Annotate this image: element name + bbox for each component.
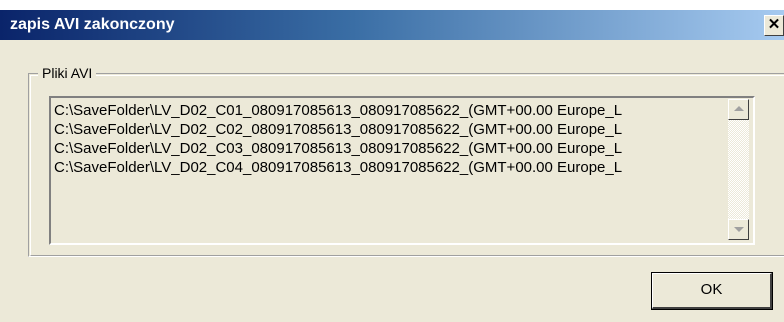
scroll-up-arrow-icon	[734, 106, 744, 111]
close-icon: ✕	[767, 16, 781, 33]
window-title: zapis AVI zakonczony	[10, 16, 175, 33]
scroll-down-arrow-icon	[734, 227, 744, 232]
window-top-edge	[0, 0, 784, 10]
vertical-scrollbar[interactable]	[728, 99, 749, 240]
ok-button[interactable]: OK	[651, 272, 773, 310]
list-item[interactable]: C:\SaveFolder\LV_D02_C02_080917085613_08…	[54, 120, 724, 139]
dialog-window: zapis AVI zakonczony ✕ Pliki AVI C:\Save…	[0, 0, 784, 322]
avi-files-list[interactable]: C:\SaveFolder\LV_D02_C01_080917085613_08…	[49, 96, 755, 245]
list-item[interactable]: C:\SaveFolder\LV_D02_C03_080917085613_08…	[54, 139, 724, 158]
list-items: C:\SaveFolder\LV_D02_C01_080917085613_08…	[54, 101, 724, 177]
scroll-down-button[interactable]	[728, 219, 749, 240]
list-item[interactable]: C:\SaveFolder\LV_D02_C04_080917085613_08…	[54, 158, 724, 177]
scroll-up-button[interactable]	[728, 99, 749, 120]
group-label: Pliki AVI	[38, 64, 97, 82]
close-button[interactable]: ✕	[764, 15, 784, 36]
title-bar[interactable]: zapis AVI zakonczony ✕	[0, 10, 784, 40]
list-item[interactable]: C:\SaveFolder\LV_D02_C01_080917085613_08…	[54, 101, 724, 120]
